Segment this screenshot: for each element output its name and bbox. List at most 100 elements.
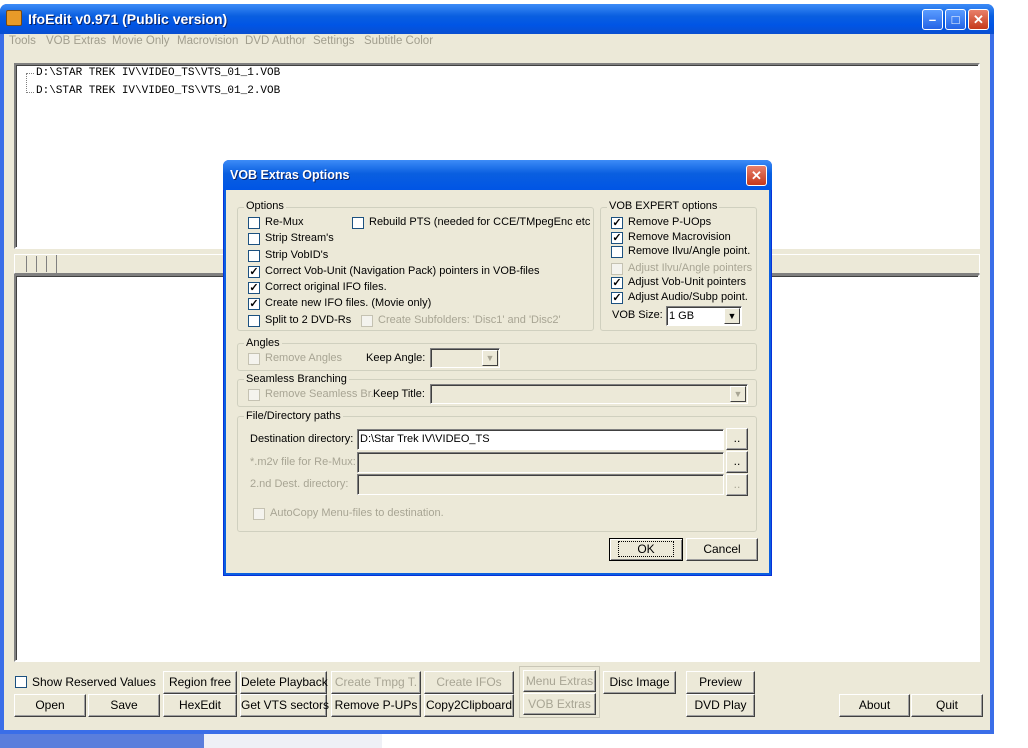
adjust-audio-checkbox[interactable]: ✓ — [611, 292, 623, 304]
copy2clipboard-button[interactable]: Copy2Clipboard — [424, 694, 514, 717]
remove-seamless-checkbox[interactable] — [248, 389, 260, 401]
delete-playback-button[interactable]: Delete Playback — [240, 671, 328, 694]
menu-movie-only[interactable]: Movie Only — [112, 35, 170, 47]
vob-size-label: VOB Size: — [612, 309, 663, 321]
keep-title-label: Keep Title: — [373, 388, 425, 400]
close-button[interactable]: ✕ — [968, 9, 989, 30]
paths-legend: File/Directory paths — [244, 410, 343, 422]
hexedit-button[interactable]: HexEdit — [163, 694, 237, 717]
check-icon: ✓ — [612, 217, 622, 229]
split-label: Split to 2 DVD-Rs — [265, 314, 352, 326]
angles-legend: Angles — [244, 337, 282, 349]
maximize-icon: □ — [951, 12, 960, 27]
rebuild-pts-checkbox[interactable] — [352, 217, 364, 229]
subfolders-checkbox[interactable] — [361, 315, 373, 327]
remux-checkbox[interactable] — [248, 217, 260, 229]
vob-extras-button[interactable]: VOB Extras — [523, 693, 596, 715]
check-icon: ✓ — [612, 277, 622, 289]
save-button[interactable]: Save — [88, 694, 160, 717]
remove-puops-checkbox[interactable]: ✓ — [611, 217, 623, 229]
remove-angles-checkbox[interactable] — [248, 353, 260, 365]
dest-browse-button[interactable]: .. — [726, 428, 748, 450]
adjust-vobu-checkbox[interactable]: ✓ — [611, 277, 623, 289]
remove-seamless-label: Remove Seamless Br. — [265, 388, 374, 400]
keep-angle-dropdown[interactable]: ▼ — [482, 350, 498, 366]
desktop-area-light — [204, 733, 382, 748]
dest2-label: 2.nd Dest. directory: — [250, 478, 349, 490]
m2v-label: *.m2v file for Re-Mux: — [250, 456, 356, 468]
create-ifos-button[interactable]: Create IFOs — [424, 671, 514, 694]
menu-macrovision[interactable]: Macrovision — [177, 35, 238, 47]
dest-dir-label: Destination directory: — [250, 433, 354, 445]
column-divider — [26, 256, 27, 272]
split-checkbox[interactable] — [248, 315, 260, 327]
create-ifo-label: Create new IFO files. (Movie only) — [265, 297, 432, 309]
quit-button[interactable]: Quit — [911, 694, 983, 717]
dest-dir-input[interactable]: D:\Star Trek IV\VIDEO_TS — [357, 429, 724, 450]
disc-image-button[interactable]: Disc Image — [603, 671, 676, 694]
open-button[interactable]: Open — [14, 694, 86, 717]
strip-vobids-checkbox[interactable] — [248, 250, 260, 262]
menu-vob-extras[interactable]: VOB Extras — [46, 35, 106, 47]
file-item-2[interactable]: D:\STAR TREK IV\VIDEO_TS\VTS_01_2.VOB — [36, 85, 280, 97]
about-button[interactable]: About — [839, 694, 910, 717]
menu-dvd-author[interactable]: DVD Author — [245, 35, 306, 47]
column-divider — [36, 256, 37, 272]
ok-label: OK — [618, 541, 674, 557]
dest2-input[interactable] — [357, 474, 724, 495]
seamless-legend: Seamless Branching — [244, 373, 349, 385]
ok-button[interactable]: OK — [609, 538, 683, 561]
preview-button[interactable]: Preview — [686, 671, 755, 694]
rebuild-pts-label: Rebuild PTS (needed for CCE/TMpegEnc etc — [369, 216, 591, 228]
adjust-audio-label: Adjust Audio/Subp point. — [628, 291, 748, 303]
dvd-play-button[interactable]: DVD Play — [686, 694, 755, 717]
create-tmpg-button[interactable]: Create Tmpg T. — [331, 671, 421, 694]
check-icon: ✓ — [612, 232, 622, 244]
remove-angles-label: Remove Angles — [265, 352, 343, 364]
keep-title-select[interactable] — [430, 384, 748, 404]
strip-streams-checkbox[interactable] — [248, 233, 260, 245]
create-ifo-checkbox[interactable]: ✓ — [248, 298, 260, 310]
keep-angle-label: Keep Angle: — [366, 352, 426, 364]
vob-size-value: 1 GB — [669, 310, 695, 322]
get-vts-sectors-button[interactable]: Get VTS sectors — [240, 694, 329, 717]
region-free-button[interactable]: Region free — [163, 671, 237, 694]
correct-ifo-checkbox[interactable]: ✓ — [248, 282, 260, 294]
dialog-close-button[interactable]: ✕ — [746, 165, 767, 186]
dest2-browse-button[interactable]: .. — [726, 474, 748, 496]
column-divider — [46, 256, 47, 272]
keep-title-dropdown[interactable]: ▼ — [730, 386, 746, 402]
autocopy-label: AutoCopy Menu-files to destination. — [270, 507, 444, 519]
file-item-1[interactable]: D:\STAR TREK IV\VIDEO_TS\VTS_01_1.VOB — [36, 67, 280, 79]
minimize-button[interactable]: – — [922, 9, 943, 30]
cancel-button[interactable]: Cancel — [686, 538, 758, 561]
remove-ilvu-checkbox[interactable] — [611, 246, 623, 258]
adjust-ilvu-checkbox[interactable] — [611, 263, 623, 275]
desktop-area — [0, 733, 204, 748]
menu-settings[interactable]: Settings — [313, 35, 355, 47]
window-title: IfoEdit v0.971 (Public version) — [28, 11, 228, 27]
vob-size-dropdown[interactable]: ▼ — [724, 308, 740, 324]
remove-macrovision-checkbox[interactable]: ✓ — [611, 232, 623, 244]
remove-macrovision-label: Remove Macrovision — [628, 231, 731, 243]
show-reserved-checkbox[interactable] — [15, 676, 27, 688]
tree-line — [26, 73, 27, 93]
menu-tools[interactable]: Tools — [9, 35, 36, 47]
strip-vobids-label: Strip VobID's — [265, 249, 329, 261]
correct-vobu-checkbox[interactable]: ✓ — [248, 266, 260, 278]
show-reserved-label: Show Reserved Values — [32, 675, 156, 689]
remove-puops-label: Remove P-UOps — [628, 216, 712, 228]
chevron-down-icon: ▼ — [733, 389, 743, 399]
dest-dir-value: D:\Star Trek IV\VIDEO_TS — [360, 433, 490, 445]
remux-label: Re-Mux — [265, 216, 304, 228]
autocopy-checkbox[interactable] — [253, 508, 265, 520]
subfolders-label: Create Subfolders: 'Disc1' and 'Disc2' — [378, 314, 561, 326]
maximize-button[interactable]: □ — [945, 9, 966, 30]
menu-extras-button[interactable]: Menu Extras — [523, 670, 596, 692]
app-icon — [6, 10, 22, 26]
remove-puops-button[interactable]: Remove P-UPs — [331, 694, 421, 717]
m2v-input[interactable] — [357, 452, 724, 473]
menu-subtitle-color[interactable]: Subtitle Color — [364, 35, 433, 47]
close-icon: ✕ — [973, 12, 984, 27]
m2v-browse-button[interactable]: .. — [726, 451, 748, 473]
